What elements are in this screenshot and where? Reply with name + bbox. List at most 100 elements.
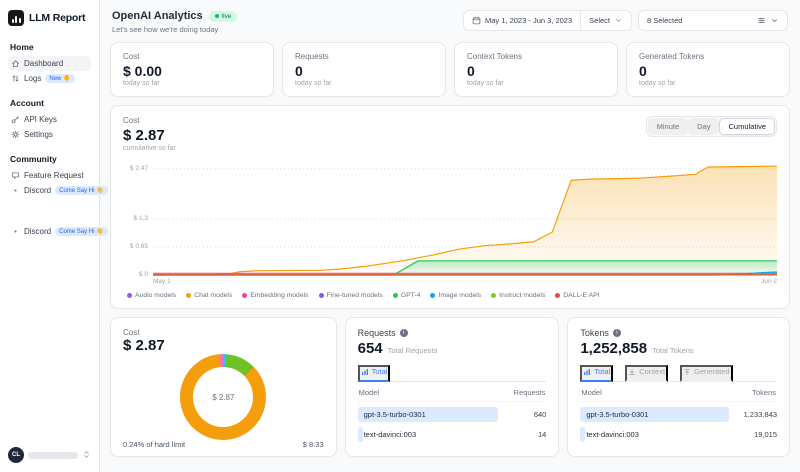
- live-badge: live: [209, 11, 238, 22]
- tab-total[interactable]: Total: [580, 365, 613, 382]
- sidebar-item-api-keys[interactable]: API Keys: [8, 112, 91, 127]
- tab-total[interactable]: Total: [358, 365, 391, 382]
- column-header: Requests: [514, 388, 546, 397]
- requests-table: ModelRequestsgpt-3.5-turbo-0301640text-d…: [358, 382, 547, 442]
- legend-dot-icon: [242, 293, 247, 298]
- sidebar-item-discord[interactable]: DiscordCome Say Hi 👋: [8, 224, 91, 239]
- legend-item-embedding-models: Embedding models: [242, 292, 308, 299]
- legend-label: Chat models: [194, 292, 232, 299]
- bar-chart-icon: [583, 368, 591, 376]
- table-header-row: ModelTokens: [580, 382, 777, 402]
- stat-value: 0: [639, 63, 777, 79]
- hard-limit-label: 0.24% of hard limit: [123, 440, 185, 449]
- date-range-picker[interactable]: May 1, 2023 - Jun 3, 2023: [464, 11, 580, 30]
- stat-value: 0: [295, 63, 433, 79]
- brand-logo[interactable]: LLM Report: [8, 10, 91, 26]
- tab-generated[interactable]: Generated: [680, 365, 732, 382]
- tab-label: Total: [594, 367, 610, 376]
- logs-icon: [11, 74, 20, 83]
- sliders-icon: [757, 16, 766, 25]
- tab-context[interactable]: Context: [625, 365, 668, 382]
- stat-card-generated-tokens: Generated Tokens 0today so far: [626, 42, 790, 97]
- info-icon[interactable]: i: [613, 329, 621, 337]
- row-value: 19,015: [729, 430, 777, 439]
- main-content: OpenAI Analytics live Let's see how we'r…: [100, 0, 800, 472]
- info-icon[interactable]: i: [400, 329, 408, 337]
- requests-card: Requests i 654 Total Requests Total Mode…: [345, 317, 560, 457]
- stat-sub: today so far: [123, 80, 261, 87]
- bar-cell: text-davinci:003: [580, 427, 729, 442]
- dot-icon: [11, 186, 20, 195]
- sidebar-item-discord[interactable]: DiscordCome Say Hi 👋: [8, 183, 91, 198]
- column-header: Model: [581, 388, 601, 397]
- legend-dot-icon: [430, 293, 435, 298]
- stat-card-requests: Requests0today so far: [282, 42, 446, 97]
- cost-card-value: $ 2.87: [123, 337, 324, 354]
- cost-donut-chart: $ 2.87: [180, 354, 266, 440]
- legend-dot-icon: [127, 293, 132, 298]
- cost-area-chart: $ 2.47$ 1.3$ 0.65$ 0: [123, 158, 777, 276]
- legend-item-fine-tuned-models: Fine-tuned models: [319, 292, 383, 299]
- date-preset-select[interactable]: Select: [581, 11, 631, 30]
- tab-cumulative[interactable]: Cumulative: [719, 118, 775, 135]
- stat-sub: today so far: [467, 80, 605, 87]
- page-header: OpenAI Analytics live Let's see how we'r…: [112, 10, 788, 34]
- row-value: 1,233,843: [729, 410, 777, 419]
- legend-dot-icon: [555, 293, 560, 298]
- stat-value: 0: [467, 63, 605, 79]
- y-tick-label: $ 1.3: [134, 215, 148, 222]
- requests-title: Requests: [358, 328, 396, 338]
- legend-dot-icon: [319, 293, 324, 298]
- legend-label: Image models: [438, 292, 481, 299]
- legend-item-chat-models: Chat models: [186, 292, 232, 299]
- tab-label: Generated: [694, 367, 729, 376]
- bar-cell: gpt-3.5-turbo-0301: [580, 407, 729, 422]
- stat-sub: today so far: [639, 80, 777, 87]
- stat-value: $ 0.00: [123, 63, 261, 79]
- brand-name: LLM Report: [29, 12, 85, 24]
- legend-item-audio-models: Audio models: [127, 292, 176, 299]
- legend-label: Embedding models: [250, 292, 308, 299]
- chart-value: $ 2.87: [123, 127, 176, 144]
- chart-legend: Audio models Chat models Embedding models F…: [127, 292, 777, 299]
- chevron-down-icon: [770, 16, 779, 25]
- sidebar: LLM Report HomeDashboardLogsNew 🐥Account…: [0, 0, 100, 472]
- upload-icon: [683, 368, 691, 376]
- x-tick-label: May 1: [153, 278, 171, 285]
- sidebar-item-label: Discord: [24, 186, 51, 195]
- chat-bubble-icon: [11, 171, 20, 180]
- sidebar-section-title: Home: [10, 42, 91, 52]
- table-row: gpt-3.5-turbo-0301 1,233,843: [580, 407, 777, 422]
- model-name: text-davinci:003: [358, 430, 417, 439]
- stat-cards-row: Cost$ 0.00today so farRequests0today so …: [110, 42, 790, 97]
- tab-minute[interactable]: Minute: [648, 118, 689, 135]
- models-select-value: 8 Selected: [647, 16, 682, 25]
- org-switcher[interactable]: CL: [8, 438, 91, 464]
- tab-day[interactable]: Day: [688, 118, 719, 135]
- dot-icon: [11, 227, 20, 236]
- models-select[interactable]: 8 Selected: [638, 10, 788, 31]
- legend-label: Fine-tuned models: [327, 292, 383, 299]
- legend-item-dall-e-api: DALL-E API: [555, 292, 599, 299]
- chevron-down-icon: [614, 16, 623, 25]
- row-value: 640: [498, 410, 546, 419]
- sidebar-item-logs[interactable]: LogsNew 🐥: [8, 71, 91, 86]
- legend-label: Instruct models: [499, 292, 545, 299]
- stat-label: Generated Tokens: [639, 52, 777, 61]
- stat-card-cost: Cost$ 0.00today so far: [110, 42, 274, 97]
- chart-canvas: [153, 158, 777, 276]
- sidebar-item-settings[interactable]: Settings: [8, 127, 91, 142]
- x-axis: May 1Jun 2: [153, 278, 777, 285]
- model-name: gpt-3.5-turbo-0301: [580, 410, 648, 419]
- sidebar-item-dashboard[interactable]: Dashboard: [8, 56, 91, 71]
- requests-sub: Total Requests: [388, 346, 438, 355]
- llm-report-app: LLM Report HomeDashboardLogsNew 🐥Account…: [0, 0, 800, 472]
- date-range-value: May 1, 2023 - Jun 3, 2023: [485, 16, 572, 25]
- tokens-tabs: Total Context Generated: [580, 365, 777, 382]
- home-icon: [11, 59, 20, 68]
- stat-sub: today so far: [295, 80, 433, 87]
- bar-cell: text-davinci:003: [358, 427, 499, 442]
- cost-card-label: Cost: [123, 328, 324, 337]
- sidebar-nav: HomeDashboardLogsNew 🐥AccountAPI KeysSet…: [8, 30, 91, 239]
- sidebar-item-feature-request[interactable]: Feature Request: [8, 168, 91, 183]
